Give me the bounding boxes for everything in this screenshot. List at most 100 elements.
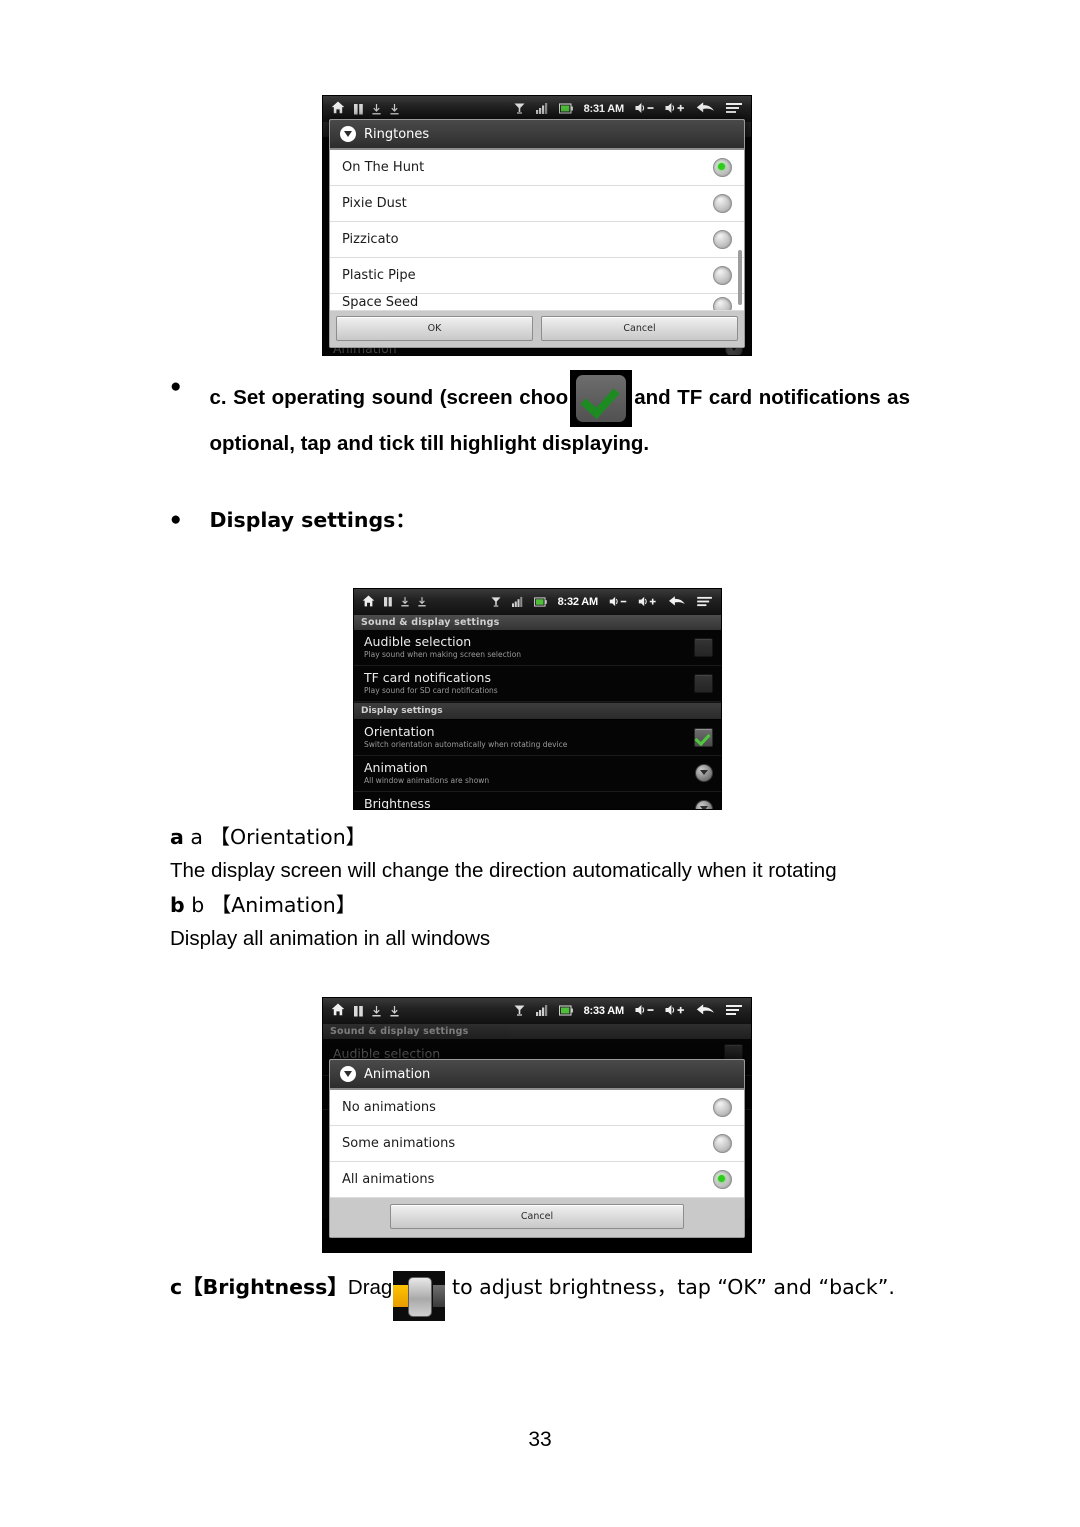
screen-title: Sound & display settings	[354, 615, 721, 630]
back-arrow-icon[interactable]	[696, 101, 715, 117]
row-subtitle: All window animations are shown	[364, 775, 490, 785]
brightness-slider-image	[393, 1270, 446, 1321]
checkbox-image	[570, 370, 633, 427]
list-item-label: Some animations	[342, 1136, 456, 1151]
signal-icon	[535, 101, 548, 117]
a-heading-text: a 【Orientation】	[190, 825, 367, 849]
signal-icon	[535, 1003, 548, 1019]
list-item[interactable]: Pizzicato	[330, 222, 744, 258]
b-heading-text: b 【Animation】	[191, 893, 357, 917]
status-time: 8:32 AM	[557, 596, 599, 608]
bullet-glyph: ●	[170, 509, 182, 530]
wifi-icon	[514, 101, 525, 117]
menu-icon[interactable]	[726, 101, 743, 117]
chevron-down-icon[interactable]	[695, 800, 713, 809]
bookmark-icon	[354, 103, 363, 115]
battery-icon	[533, 594, 547, 610]
download-icon	[372, 103, 381, 115]
list-item[interactable]: On The Hunt	[330, 150, 744, 186]
setting-row-audible-selection[interactable]: Audible selection Play sound when making…	[354, 630, 721, 666]
list-item-label: Pixie Dust	[342, 196, 407, 211]
setting-row-tf-card-notifications[interactable]: TF card notifications Play sound for SD …	[354, 666, 721, 702]
row-title: Orientation	[364, 724, 435, 739]
checkbox[interactable]	[694, 637, 713, 657]
sound-display-settings-screenshot: 8:32 AM Sound & display settings Audible…	[353, 588, 722, 810]
volume-up-icon[interactable]	[638, 594, 657, 610]
radio-button[interactable]	[713, 1134, 732, 1153]
volume-up-icon[interactable]	[665, 101, 685, 117]
a-body: The display screen will change the direc…	[170, 859, 837, 882]
checkbox[interactable]	[694, 727, 713, 747]
b-label: b	[170, 893, 185, 917]
paragraph-display-settings: ● Display settings：	[170, 503, 910, 537]
animation-dialog-screenshot: 8:33 AM Sound & display settings Audible…	[322, 997, 752, 1253]
dialog-buttons: OK Cancel	[330, 311, 744, 347]
item-c-text: c. Set operating sound (screen choo and T…	[209, 370, 910, 461]
ok-button[interactable]: OK	[336, 316, 533, 341]
cancel-button[interactable]: Cancel	[390, 1204, 684, 1229]
ringtones-dialog: Ringtones On The Hunt Pixie Dust Pizzica…	[329, 119, 745, 348]
list-item[interactable]: Space Seed	[330, 294, 744, 311]
volume-down-icon[interactable]	[635, 1003, 654, 1019]
bookmark-icon	[384, 597, 392, 607]
checkbox[interactable]	[694, 673, 713, 693]
setting-row-animation[interactable]: Animation All window animations are show…	[354, 756, 721, 792]
volume-up-icon[interactable]	[665, 1003, 685, 1019]
display-settings-heading: Display settings：	[209, 508, 416, 532]
chevron-down-icon	[340, 126, 356, 142]
home-icon[interactable]	[362, 594, 375, 610]
download-icon	[390, 103, 399, 115]
list-item-label: Pizzicato	[342, 232, 399, 247]
chevron-down-icon[interactable]	[695, 764, 713, 782]
setting-row-brightness[interactable]: Brightness Adjust the brightness of the …	[354, 792, 721, 810]
volume-down-icon[interactable]	[635, 101, 654, 117]
row-title: Brightness	[364, 796, 431, 810]
c-brightness-pre: Drag	[347, 1276, 393, 1299]
c-brightness-line: c【Brightness】Drag to adjust brightness，t…	[170, 1270, 930, 1321]
c-brightness-label: c【Brightness】	[170, 1275, 348, 1299]
bullet-glyph: ●	[170, 376, 182, 397]
status-time: 8:33 AM	[583, 1005, 625, 1017]
battery-icon	[558, 1003, 573, 1019]
list-item[interactable]: Plastic Pipe	[330, 258, 744, 294]
dialog-header: Ringtones	[330, 120, 744, 150]
paragraph-orientation: a a 【Orientation】 The display screen wil…	[170, 820, 910, 956]
cancel-button[interactable]: Cancel	[541, 316, 738, 341]
ringtones-dialog-screenshot: 8:31 AM Sound & display settings Animati…	[322, 95, 752, 356]
paragraph-brightness: c【Brightness】Drag to adjust brightness，t…	[170, 1270, 930, 1321]
list-item[interactable]: Pixie Dust	[330, 186, 744, 222]
home-icon[interactable]	[331, 1003, 345, 1019]
row-subtitle: Play sound when making screen selection	[364, 649, 522, 659]
menu-icon[interactable]	[726, 1003, 743, 1019]
radio-button[interactable]	[713, 1170, 732, 1189]
home-icon[interactable]	[331, 101, 345, 117]
back-arrow-icon[interactable]	[696, 1003, 715, 1019]
list-item[interactable]: All animations	[330, 1162, 744, 1198]
page-number: 33	[528, 1428, 552, 1451]
radio-button[interactable]	[713, 230, 732, 249]
item-c-part3: till highlight displaying.	[420, 432, 650, 455]
radio-button[interactable]	[713, 158, 732, 177]
status-bar: 8:33 AM	[323, 998, 751, 1024]
wifi-icon	[491, 594, 501, 610]
dialog-title: Animation	[364, 1066, 431, 1082]
b-body: Display all animation in all windows	[170, 927, 491, 950]
scrollbar[interactable]	[738, 250, 742, 305]
radio-button[interactable]	[713, 266, 732, 285]
list-item[interactable]: Some animations	[330, 1126, 744, 1162]
item-c-part1: c. Set operating sound (screen choo	[209, 385, 569, 409]
screen-title: Sound & display settings	[323, 1024, 751, 1039]
back-arrow-icon[interactable]	[668, 594, 686, 610]
animation-options-list[interactable]: No animations Some animations All animat…	[330, 1090, 744, 1198]
list-item[interactable]: No animations	[330, 1090, 744, 1126]
radio-button[interactable]	[713, 1098, 732, 1117]
list-item-label: No animations	[342, 1100, 436, 1115]
chevron-down-icon	[340, 1066, 356, 1082]
ringtone-list[interactable]: On The Hunt Pixie Dust Pizzicato Plastic…	[330, 150, 744, 311]
status-bar: 8:32 AM	[354, 589, 721, 615]
menu-icon[interactable]	[697, 594, 713, 610]
volume-down-icon[interactable]	[609, 594, 627, 610]
radio-button[interactable]	[713, 296, 732, 310]
setting-row-orientation[interactable]: Orientation Switch orientation automatic…	[354, 720, 721, 756]
radio-button[interactable]	[713, 194, 732, 213]
